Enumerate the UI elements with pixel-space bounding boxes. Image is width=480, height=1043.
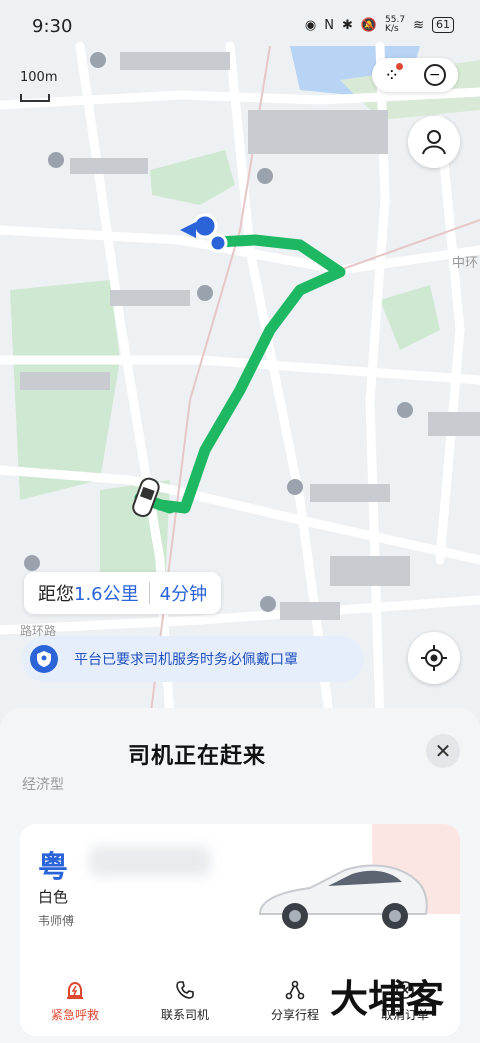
- sheet-title: 司机正在赶来: [128, 744, 267, 769]
- map-scale-bar: [20, 94, 50, 102]
- share-trip-label: 分享行程: [270, 1007, 319, 1022]
- contact-driver-label: 联系司机: [160, 1007, 209, 1022]
- distance-prefix: 距您: [38, 584, 74, 605]
- car-color: 白色: [38, 888, 69, 906]
- user-icon: [422, 130, 446, 155]
- notice-text: 平台已要求司机服务时务必佩戴口罩: [74, 652, 298, 668]
- phone-icon: [176, 980, 194, 999]
- bluetooth-icon: ✱: [341, 17, 353, 33]
- car-type-label: 经济型: [22, 777, 64, 793]
- shield-person-icon: [30, 645, 58, 673]
- locate-button[interactable]: [408, 632, 460, 684]
- close-icon: ✕: [434, 739, 452, 763]
- mute-icon: 🔕: [360, 17, 378, 33]
- profile-button[interactable]: [408, 116, 460, 168]
- status-bar: 9:30 ◉ N ✱ 🔕 55.7 K/s ≋ 61: [0, 0, 480, 46]
- emergency-button[interactable]: 紧急呼救: [20, 966, 130, 1036]
- status-icons: ◉ N ✱ 🔕 55.7 K/s ≋ 61: [305, 16, 454, 34]
- map-scale-label: 100m: [20, 70, 58, 85]
- nfc-icon: N: [324, 17, 334, 33]
- plate-blur: [90, 846, 210, 876]
- status-time: 9:30: [32, 16, 73, 37]
- car-image: [258, 864, 428, 929]
- distance-value: 1.6公里: [74, 584, 139, 605]
- alarm-icon: [67, 981, 83, 999]
- map-tools-pill: ⁘ −: [372, 58, 458, 92]
- contact-driver-button[interactable]: 联系司机: [130, 966, 240, 1036]
- distance-eta-pill: 距您 1.6公里 4分钟: [24, 572, 222, 614]
- watermark-text: 大埔客: [330, 977, 445, 1021]
- locate-icon: [421, 645, 447, 671]
- eye-icon: ◉: [304, 17, 317, 33]
- wifi-icon: ≋: [413, 17, 424, 33]
- license-plate: 粤: [38, 850, 68, 885]
- emergency-label: 紧急呼救: [50, 1007, 99, 1022]
- driver-name: 韦师傅: [38, 914, 75, 928]
- network-speed: 55.7 K/s: [385, 15, 406, 34]
- mask-notice-banner[interactable]: 平台已要求司机服务时务必佩戴口罩: [22, 636, 364, 682]
- divider: [148, 582, 150, 604]
- road-label: 中环: [452, 256, 479, 271]
- zoom-out-icon[interactable]: −: [423, 64, 446, 86]
- close-button[interactable]: ✕: [426, 734, 460, 768]
- battery-indicator: 61: [432, 17, 454, 33]
- more-dots-icon[interactable]: ⁘: [384, 62, 404, 86]
- eta-value: 4分钟: [159, 584, 208, 605]
- share-icon: [285, 980, 305, 999]
